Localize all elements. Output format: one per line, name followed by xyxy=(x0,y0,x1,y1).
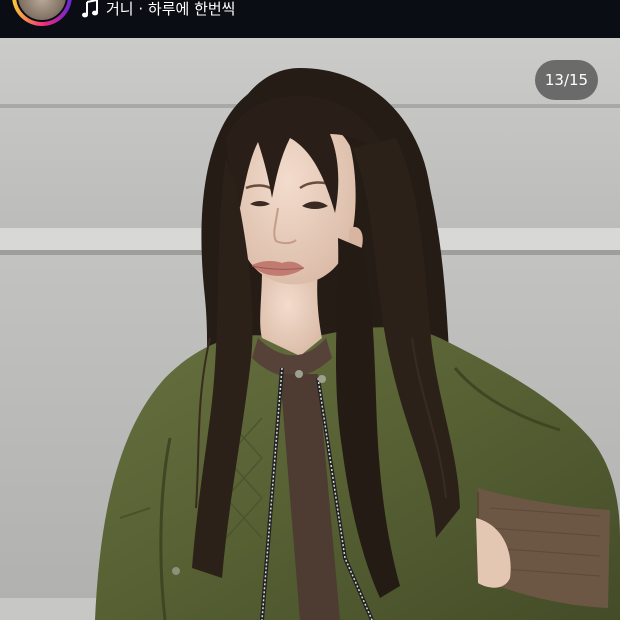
music-label: 거니 · 하루에 한번씩 xyxy=(106,0,236,18)
photo-illustration xyxy=(0,38,620,620)
top-bar: 거니 · 하루에 한번씩 xyxy=(0,0,620,38)
music-note-icon xyxy=(82,0,98,18)
image-counter-badge: 13/15 xyxy=(535,60,598,100)
music-info[interactable]: 거니 · 하루에 한번씩 xyxy=(82,0,235,18)
post-photo[interactable]: 13/15 xyxy=(0,38,620,620)
profile-avatar[interactable] xyxy=(12,0,72,26)
